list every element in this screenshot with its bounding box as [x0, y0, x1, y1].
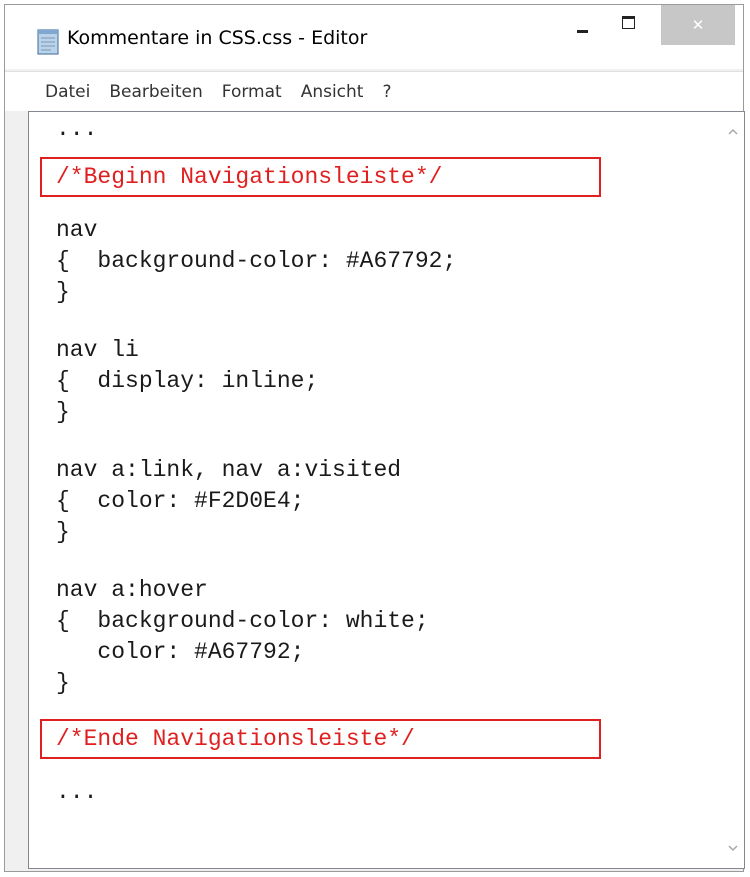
maximize-button[interactable]	[606, 5, 650, 45]
code-line-display: { display: inline;	[56, 368, 319, 394]
menu-bar: Datei Bearbeiten Format Ansicht ?	[5, 71, 743, 111]
code-line-link-color: { color: #F2D0E4;	[56, 488, 305, 514]
window-title: Kommentare in CSS.css - Editor	[67, 27, 368, 49]
editor-window: Kommentare in CSS.css - Editor ✕ Datei B…	[4, 4, 745, 872]
chevron-up-icon[interactable]	[726, 125, 740, 139]
code-line-hover-bg: { background-color: white;	[56, 608, 429, 634]
menu-help[interactable]: ?	[382, 80, 391, 104]
chevron-down-icon[interactable]	[726, 841, 740, 855]
menu-ansicht[interactable]: Ansicht	[301, 80, 364, 104]
menu-bearbeiten[interactable]: Bearbeiten	[109, 80, 202, 104]
maximize-icon	[621, 15, 635, 29]
comment-end: /*Ende Navigationsleiste*/	[56, 726, 415, 752]
code-line-nav-bg: { background-color: #A67792;	[56, 248, 457, 274]
code-line-nav-close: }	[56, 279, 70, 305]
code-line-nav: nav	[56, 217, 98, 243]
title-bar[interactable]: Kommentare in CSS.css - Editor ✕	[5, 5, 743, 69]
code-line-ellipsis-top: ...	[56, 116, 98, 142]
code-line-nav-hover: nav a:hover	[56, 577, 208, 603]
code-line-hover-close: }	[56, 670, 70, 696]
notepad-icon	[35, 27, 61, 55]
vertical-scrollbar[interactable]	[722, 112, 744, 868]
close-button[interactable]: ✕	[661, 5, 735, 45]
code-line-nav-li: nav li	[56, 337, 139, 363]
code-line-hover-color: color: #A67792;	[56, 639, 305, 665]
comment-begin: /*Beginn Navigationsleiste*/	[56, 164, 443, 190]
menu-datei[interactable]: Datei	[45, 80, 90, 104]
minimize-button[interactable]	[560, 5, 604, 45]
close-icon: ✕	[691, 16, 705, 34]
code-line-nav-link: nav a:link, nav a:visited	[56, 457, 402, 483]
code-line-li-close: }	[56, 399, 70, 425]
text-editor-area[interactable]: ... /*Beginn Navigationsleiste*/ nav { b…	[28, 111, 745, 869]
code-line-ellipsis-bottom: ...	[56, 779, 98, 805]
menu-format[interactable]: Format	[222, 80, 282, 104]
code-line-link-close: }	[56, 519, 70, 545]
minimize-icon	[576, 29, 588, 33]
